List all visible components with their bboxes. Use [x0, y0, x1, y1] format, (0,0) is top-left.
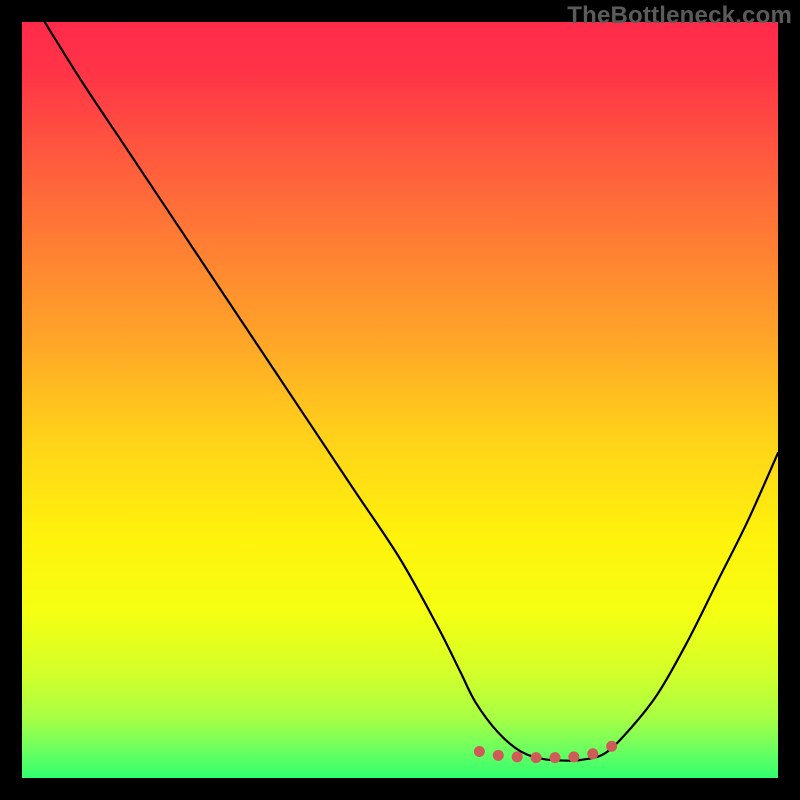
valley-marker: [606, 741, 617, 752]
plot-area: [22, 22, 778, 778]
gradient-background: [22, 22, 778, 778]
valley-marker: [549, 752, 560, 763]
valley-marker: [568, 751, 579, 762]
valley-marker: [474, 746, 485, 757]
watermark-text: TheBottleneck.com: [567, 2, 792, 30]
chart-frame: TheBottleneck.com: [0, 0, 800, 800]
valley-marker: [587, 748, 598, 759]
valley-marker: [512, 751, 523, 762]
plot-svg: [22, 22, 778, 778]
valley-marker: [531, 752, 542, 763]
valley-marker: [493, 750, 504, 761]
